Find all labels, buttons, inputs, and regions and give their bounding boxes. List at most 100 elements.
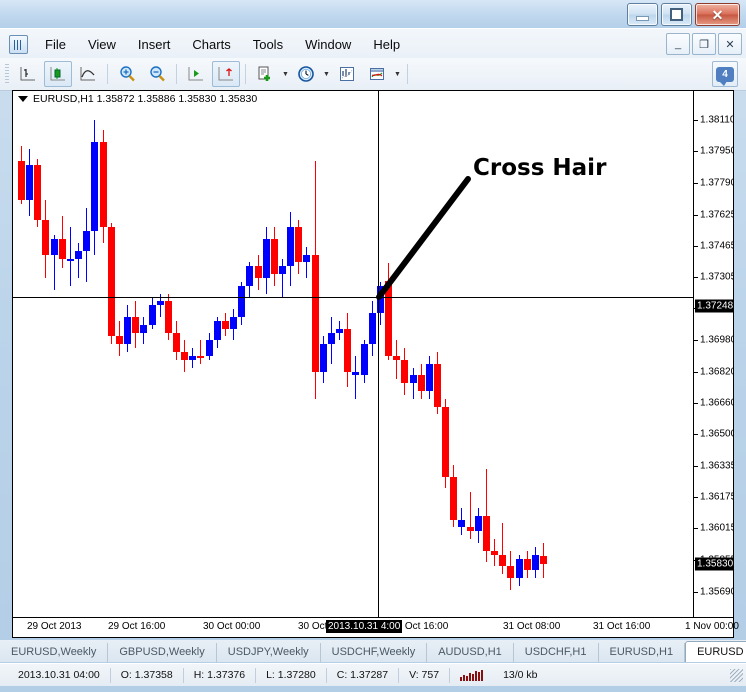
menu-item-charts[interactable]: Charts [182, 33, 240, 56]
mdi-minimize-button[interactable]: _ [666, 33, 690, 55]
chart-shift-icon[interactable] [182, 61, 210, 87]
candlestick-chart-icon[interactable] [44, 61, 72, 87]
chart-tab[interactable]: EURUSD [685, 641, 746, 662]
window-maximize-button[interactable] [661, 3, 692, 26]
candle-body [475, 515, 482, 532]
time-tick-label: 31 Oct 08:00 [503, 621, 561, 632]
indicators-icon[interactable] [333, 61, 361, 87]
candle-body [491, 550, 498, 555]
menu-item-tools[interactable]: Tools [243, 33, 293, 56]
candle-wick [282, 258, 283, 298]
menu-item-window[interactable]: Window [295, 33, 361, 56]
candle-body [83, 231, 90, 251]
price-tick-label: 1.35690 [700, 586, 734, 598]
price-tick-mark [694, 497, 698, 499]
candle-body [352, 371, 359, 376]
candle-body [295, 227, 302, 263]
chart-tab[interactable]: USDCHF,H1 [514, 643, 599, 662]
zoom-in-icon[interactable] [113, 61, 141, 87]
time-tick-label: 30 Oct 00:00 [203, 621, 261, 632]
price-tick-mark [694, 182, 698, 184]
status-bar: 2013.10.31 04:00 O: 1.37358 H: 1.37376 L… [0, 663, 746, 686]
crosshair-time-label: 2013.10.31 4:00 [326, 620, 403, 633]
candle-body [246, 266, 253, 286]
close-icon: ✕ [711, 6, 724, 23]
price-tick-label: 1.37950 [700, 145, 734, 157]
candle-wick [502, 523, 503, 575]
candle-body [255, 266, 262, 279]
candle-body [516, 558, 523, 579]
connection-signal-icon[interactable] [460, 669, 484, 681]
bar-chart-icon[interactable] [14, 61, 42, 87]
toolbar-separator [107, 64, 108, 84]
candle-body [499, 554, 506, 567]
candle-body [100, 141, 107, 228]
chart-plot-area[interactable]: Cross Hair [13, 91, 693, 617]
chart-tabs-bar: EURUSD,Weekly GBPUSD,Weekly USDJPY,Weekly U… [0, 640, 746, 662]
chart-tab[interactable]: EURUSD,Weekly [0, 643, 109, 662]
templates-icon[interactable] [363, 61, 391, 87]
chart-toolbar: ▼ ▼ ▼ 4 [0, 58, 746, 91]
price-tick-label: 1.36175 [700, 491, 734, 503]
candle-body [385, 280, 392, 356]
menu-item-file[interactable]: File [35, 33, 76, 56]
auto-scroll-icon[interactable] [212, 61, 240, 87]
candle-body [418, 375, 425, 391]
period-dropdown-arrow-icon[interactable]: ▼ [321, 62, 332, 86]
menu-item-insert[interactable]: Insert [128, 33, 181, 56]
candle-body [132, 316, 139, 333]
window-close-button[interactable]: ✕ [695, 3, 740, 26]
menu-item-view[interactable]: View [78, 33, 126, 56]
line-chart-icon[interactable] [74, 61, 102, 87]
maximize-icon [670, 8, 683, 21]
templates-dropdown-arrow-icon[interactable]: ▼ [392, 62, 403, 86]
chart-tab[interactable]: USDJPY,Weekly [217, 643, 321, 662]
toolbar-separator [176, 64, 177, 84]
window-resize-grip[interactable] [730, 668, 743, 682]
price-tick-mark [694, 433, 698, 435]
price-tick-label: 1.36015 [700, 522, 734, 534]
candle-body [483, 515, 490, 551]
toolbar-separator [245, 64, 246, 84]
toolbar-grip[interactable] [5, 64, 9, 84]
price-tick-mark [694, 371, 698, 373]
chart-window[interactable]: EURUSD,H1 1.35872 1.35886 1.35830 1.3583… [12, 90, 734, 618]
candle-wick [396, 340, 397, 380]
status-open: O: 1.37358 [111, 667, 184, 683]
zoom-out-icon[interactable] [143, 61, 171, 87]
new-chart-icon[interactable] [251, 61, 279, 87]
cross-hair-annotation-label: Cross Hair [473, 155, 607, 181]
candle-body [173, 332, 180, 353]
time-scale[interactable]: 29 Oct 2013 29 Oct 16:00 30 Oct 00:00 30 Oc… [12, 618, 739, 638]
candle-body [34, 165, 41, 220]
candle-body [124, 316, 131, 345]
menu-item-help[interactable]: Help [363, 33, 410, 56]
new-chart-dropdown-arrow-icon[interactable]: ▼ [280, 62, 291, 86]
candle-body [230, 316, 237, 329]
period-clock-icon[interactable] [292, 61, 320, 87]
mdi-restore-button[interactable]: ❐ [692, 33, 716, 55]
window-minimize-button[interactable] [627, 3, 658, 26]
candle-wick [470, 492, 471, 540]
price-tick-mark [694, 120, 698, 122]
message-bubble-icon: 4 [716, 66, 734, 86]
candle-body [149, 305, 156, 325]
candle-body [434, 363, 441, 407]
candle-body [361, 344, 368, 376]
chart-tab[interactable]: EURUSD,H1 [599, 643, 686, 662]
title-bar: ✕ [0, 0, 746, 28]
chart-tab[interactable]: GBPUSD,Weekly [108, 643, 217, 662]
price-tick-label: 1.37625 [700, 209, 734, 221]
price-tick-mark [694, 245, 698, 247]
notification-badge-button[interactable]: 4 [712, 61, 738, 87]
price-tick-label: 1.36820 [700, 366, 734, 378]
mdi-close-button[interactable]: ✕ [718, 33, 742, 55]
chart-tab[interactable]: USDCHF,Weekly [321, 643, 428, 662]
status-traffic: 13/0 kb [503, 668, 538, 681]
crosshair-vertical-line [378, 91, 379, 617]
status-close: C: 1.37287 [327, 667, 400, 683]
chart-tab[interactable]: AUDUSD,H1 [427, 643, 514, 662]
candle-body [328, 332, 335, 345]
time-tick-label: 31 Oct 16:00 [593, 621, 651, 632]
price-scale[interactable]: 1.38110 1.37950 1.37790 1.37625 1.37465 1.373… [693, 91, 733, 617]
